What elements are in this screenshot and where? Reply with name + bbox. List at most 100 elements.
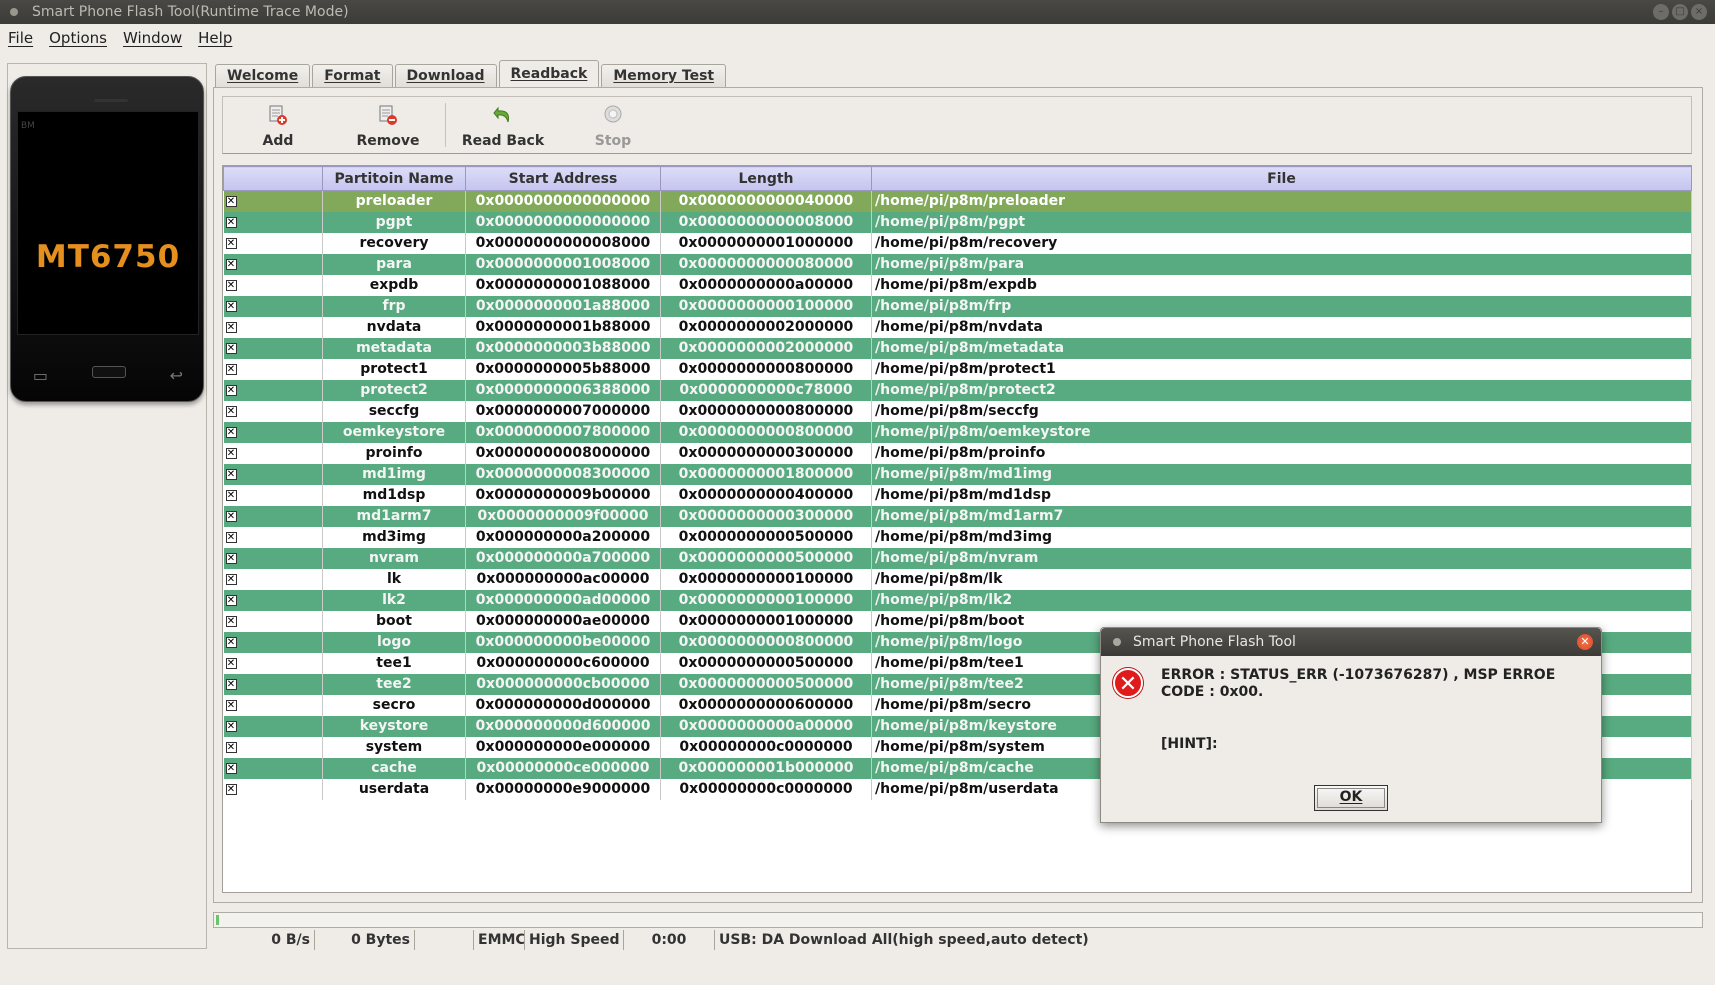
table-row[interactable]: ✕ md3img 0x000000000a200000 0x0000000000500… xyxy=(223,526,1692,548)
table-row[interactable]: ✕ md1dsp 0x0000000009b00000 0x0000000000400… xyxy=(223,484,1692,506)
file-cell[interactable]: /home/pi/p8m/recovery xyxy=(871,232,1692,254)
row-checkbox[interactable]: ✕ xyxy=(225,552,237,564)
row-checkbox[interactable]: ✕ xyxy=(225,405,237,417)
file-cell[interactable]: /home/pi/p8m/preloader xyxy=(871,190,1692,212)
file-cell[interactable]: /home/pi/p8m/oemkeystore xyxy=(871,421,1692,443)
remove-button[interactable]: Remove xyxy=(333,97,443,153)
menu-file[interactable]: File xyxy=(8,29,33,47)
table-row[interactable]: ✕ lk2 0x000000000ad00000 0x0000000000100000… xyxy=(223,589,1692,611)
file-cell[interactable]: /home/pi/p8m/md1img xyxy=(871,463,1692,485)
file-cell[interactable]: /home/pi/p8m/protect2 xyxy=(871,379,1692,401)
table-row[interactable]: ✕ md1img 0x0000000008300000 0x0000000001800… xyxy=(223,463,1692,485)
row-checkbox[interactable]: ✕ xyxy=(225,762,237,774)
table-row[interactable]: ✕ pgpt 0x0000000000000000 0x000000000000800… xyxy=(223,211,1692,233)
ok-button[interactable]: OK xyxy=(1314,785,1388,811)
file-cell[interactable]: /home/pi/p8m/protect1 xyxy=(871,358,1692,380)
tab-welcome[interactable]: Welcome xyxy=(215,64,311,88)
row-checkbox[interactable]: ✕ xyxy=(225,216,237,228)
header-length[interactable]: Length xyxy=(660,166,872,191)
header-start-address[interactable]: Start Address xyxy=(465,166,661,191)
file-cell[interactable]: /home/pi/p8m/proinfo xyxy=(871,442,1692,464)
row-checkbox[interactable]: ✕ xyxy=(225,510,237,522)
menu-window[interactable]: Window xyxy=(123,29,182,47)
start-address-cell: 0x000000000a200000 xyxy=(465,526,661,548)
row-checkbox[interactable]: ✕ xyxy=(225,447,237,459)
row-checkbox[interactable]: ✕ xyxy=(225,426,237,438)
table-row[interactable]: ✕ oemkeystore 0x0000000007800000 0x00000000… xyxy=(223,421,1692,443)
table-row[interactable]: ✕ protect1 0x0000000005b88000 0x00000000008… xyxy=(223,358,1692,380)
file-cell[interactable]: /home/pi/p8m/para xyxy=(871,253,1692,275)
error-message: ERROR : STATUS_ERR (-1073676287) , MSP E… xyxy=(1161,667,1556,700)
row-checkbox[interactable]: ✕ xyxy=(225,741,237,753)
file-cell[interactable]: /home/pi/p8m/expdb xyxy=(871,274,1692,296)
file-cell[interactable]: /home/pi/p8m/lk xyxy=(871,568,1692,590)
file-cell[interactable]: /home/pi/p8m/nvram xyxy=(871,547,1692,569)
row-checkbox[interactable]: ✕ xyxy=(225,678,237,690)
table-row[interactable]: ✕ lk 0x000000000ac00000 0x0000000000100000/… xyxy=(223,568,1692,590)
row-checkbox[interactable]: ✕ xyxy=(225,699,237,711)
table-row[interactable]: ✕ recovery 0x0000000000008000 0x00000000010… xyxy=(223,232,1692,254)
add-button[interactable]: Add xyxy=(223,97,333,153)
table-row[interactable]: ✕ proinfo 0x0000000008000000 0x000000000030… xyxy=(223,442,1692,464)
header-partition-name[interactable]: Partitoin Name xyxy=(322,166,466,191)
row-checkbox[interactable]: ✕ xyxy=(225,489,237,501)
row-checkbox[interactable]: ✕ xyxy=(225,279,237,291)
table-row[interactable]: ✕ md1arm7 0x0000000009f00000 0x000000000030… xyxy=(223,505,1692,527)
row-checkbox[interactable]: ✕ xyxy=(225,615,237,627)
table-row[interactable]: ✕ nvdata 0x0000000001b88000 0x0000000002000… xyxy=(223,316,1692,338)
phone-nav-buttons: ▭ ↩ xyxy=(11,366,205,385)
row-checkbox[interactable]: ✕ xyxy=(225,195,237,207)
table-row[interactable]: ✕ para 0x0000000001008000 0x000000000008000… xyxy=(223,253,1692,275)
row-checkbox[interactable]: ✕ xyxy=(225,720,237,732)
file-cell[interactable]: /home/pi/p8m/nvdata xyxy=(871,316,1692,338)
stop-button[interactable]: Stop xyxy=(558,97,668,153)
menu-options[interactable]: Options xyxy=(49,29,107,47)
row-checkbox[interactable]: ✕ xyxy=(225,363,237,375)
table-row[interactable]: ✕ nvram 0x000000000a700000 0x00000000005000… xyxy=(223,547,1692,569)
header-check[interactable] xyxy=(223,166,323,191)
close-icon[interactable]: × xyxy=(1691,4,1707,20)
file-cell[interactable]: /home/pi/p8m/md1arm7 xyxy=(871,505,1692,527)
row-checkbox[interactable]: ✕ xyxy=(225,237,237,249)
row-checkbox[interactable]: ✕ xyxy=(225,531,237,543)
row-checkbox-cell: ✕ xyxy=(223,631,323,653)
maximize-icon[interactable]: □ xyxy=(1672,4,1688,20)
partition-name-cell: nvdata xyxy=(322,316,466,338)
tab-format[interactable]: Format xyxy=(312,64,393,88)
start-address-cell: 0x0000000009f00000 xyxy=(465,505,661,527)
file-cell[interactable]: /home/pi/p8m/md1dsp xyxy=(871,484,1692,506)
row-checkbox[interactable]: ✕ xyxy=(225,258,237,270)
partition-name-cell: boot xyxy=(322,610,466,632)
row-checkbox[interactable]: ✕ xyxy=(225,300,237,312)
row-checkbox[interactable]: ✕ xyxy=(225,657,237,669)
row-checkbox[interactable]: ✕ xyxy=(225,783,237,795)
file-cell[interactable]: /home/pi/p8m/metadata xyxy=(871,337,1692,359)
menu-help[interactable]: Help xyxy=(198,29,232,47)
row-checkbox[interactable]: ✕ xyxy=(225,342,237,354)
row-checkbox[interactable]: ✕ xyxy=(225,384,237,396)
table-row[interactable]: ✕ preloader 0x0000000000000000 0x0000000000… xyxy=(223,190,1692,212)
row-checkbox[interactable]: ✕ xyxy=(225,636,237,648)
file-cell[interactable]: /home/pi/p8m/md3img xyxy=(871,526,1692,548)
row-checkbox[interactable]: ✕ xyxy=(225,573,237,585)
row-checkbox-cell: ✕ xyxy=(223,337,323,359)
file-cell[interactable]: /home/pi/p8m/seccfg xyxy=(871,400,1692,422)
row-checkbox[interactable]: ✕ xyxy=(225,321,237,333)
tab-readback[interactable]: Readback xyxy=(498,60,600,88)
table-row[interactable]: ✕ frp 0x0000000001a88000 0x0000000000100000… xyxy=(223,295,1692,317)
file-cell[interactable]: /home/pi/p8m/pgpt xyxy=(871,211,1692,233)
file-cell[interactable]: /home/pi/p8m/lk2 xyxy=(871,589,1692,611)
table-row[interactable]: ✕ seccfg 0x0000000007000000 0x0000000000800… xyxy=(223,400,1692,422)
read-back-button[interactable]: Read Back xyxy=(448,97,558,153)
table-row[interactable]: ✕ protect2 0x0000000006388000 0x0000000000c… xyxy=(223,379,1692,401)
header-file[interactable]: File xyxy=(871,166,1692,191)
row-checkbox[interactable]: ✕ xyxy=(225,594,237,606)
file-cell[interactable]: /home/pi/p8m/frp xyxy=(871,295,1692,317)
table-row[interactable]: ✕ expdb 0x0000000001088000 0x0000000000a000… xyxy=(223,274,1692,296)
tab-download[interactable]: Download xyxy=(394,64,497,88)
table-row[interactable]: ✕ metadata 0x0000000003b88000 0x00000000020… xyxy=(223,337,1692,359)
dialog-close-icon[interactable]: ✕ xyxy=(1577,634,1593,650)
row-checkbox[interactable]: ✕ xyxy=(225,468,237,480)
minimize-icon[interactable]: – xyxy=(1653,4,1669,20)
tab-memory-test[interactable]: Memory Test xyxy=(601,64,727,88)
